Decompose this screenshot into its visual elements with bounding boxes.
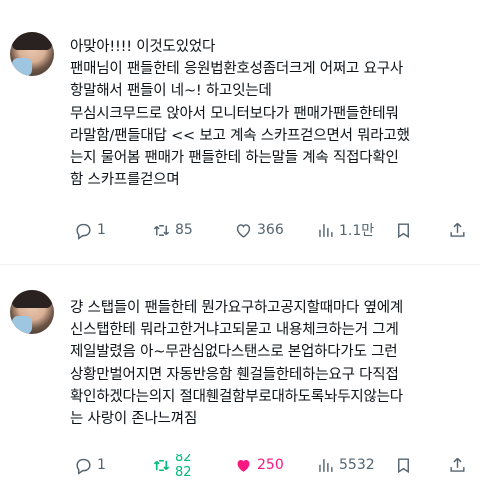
bookmark-button[interactable] — [394, 454, 417, 476]
share-icon — [450, 222, 465, 237]
tweet-text-line: 상황만벌어지면 자동반응함 휀걸들한테하는요구 다직접 — [70, 366, 399, 383]
views-button[interactable]: 5532 — [316, 454, 375, 476]
heart-icon — [236, 223, 251, 238]
tweet-text-line: 는지 물어봄 팬매가 팬들한테 하는말들 계속 직접다확인 — [70, 149, 399, 166]
retweet-count: 85 — [175, 222, 193, 238]
tweet-text-line: 팬매님이 팬들한테 응원법환호성좀더크게 어쩌고 요구사 — [70, 61, 403, 78]
heart-filled-icon — [237, 459, 250, 472]
avatar[interactable] — [10, 32, 54, 76]
tweet-text-line: 무심시크무드로 앉아서 모니터보다가 팬매가팬들한테뭐 — [70, 105, 399, 122]
tweet[interactable]: 걍 스탭들이 팬들한테 뭔가요구하고공지할때마다 옆에계 신스탭한테 뭐라고한거… — [0, 268, 480, 489]
tweet[interactable]: 아맞아!!!! 이것도있었다 팬매님이 팬들한테 응원법환호성좀더크게 어쩌고 … — [0, 0, 480, 262]
tweet-text: 아맞아!!!! 이것도있었다 팬매님이 팬들한테 응원법환호성좀더크게 어쩌고 … — [70, 36, 472, 191]
retweet-button[interactable]: 82 82 — [152, 454, 199, 476]
retweet-icon — [153, 459, 170, 471]
reply-button[interactable]: 1 — [74, 219, 106, 241]
retweet-count-animating: 82 82 — [175, 454, 199, 476]
reply-icon — [76, 223, 91, 240]
tweet-text-line: 라말함/팬들대답 << 보고 계속 스카프걷으면서 뭐라고했 — [70, 127, 410, 144]
view-count: 1.1만 — [339, 223, 375, 239]
like-count: 366 — [257, 222, 284, 238]
share-button[interactable] — [448, 454, 471, 476]
reply-count: 1 — [97, 457, 106, 473]
tweet-text: 걍 스탭들이 팬들한테 뭔가요구하고공지할때마다 옆에계 신스탭한테 뭐라고한거… — [70, 297, 472, 430]
views-icon — [319, 458, 333, 472]
tweet-text-line: 아맞아!!!! 이것도있었다 — [70, 39, 216, 55]
views-button[interactable]: 1.1만 — [316, 219, 374, 241]
tweet-text-line: 제일발렸음 아~무관심없다스탠스로 본업하다가도 그런 — [70, 344, 398, 361]
retweet-count-new: 82 — [175, 465, 192, 476]
share-button[interactable] — [448, 219, 471, 241]
retweet-icon — [153, 224, 170, 236]
tweet-text-line: 는 사랑이 존나느껴짐 — [70, 410, 198, 427]
reply-button[interactable]: 1 — [74, 454, 106, 476]
tweet-text-line: 함 스카프를걷으며 — [70, 172, 180, 189]
divider — [0, 264, 480, 265]
bookmark-button[interactable] — [394, 219, 417, 241]
tweet-text-line: 항말해서 팬들이 네~! 하고잇는데 — [70, 83, 272, 100]
action-bar: 1 85 366 1.1만 — [70, 219, 470, 241]
like-button[interactable]: 366 — [234, 219, 284, 241]
like-count: 250 — [257, 457, 284, 473]
retweet-count-old: 82 — [175, 454, 192, 465]
bookmark-icon — [398, 457, 409, 473]
reply-icon — [76, 458, 91, 475]
views-icon — [319, 223, 333, 237]
share-icon — [450, 457, 465, 472]
retweet-button[interactable]: 85 — [152, 219, 193, 241]
action-bar: 1 82 82 250 5532 — [70, 454, 470, 476]
tweet-text-line: 신스탭한테 뭐라고한거냐고되묻고 내용체크하는거 그게 — [70, 322, 399, 339]
bookmark-icon — [398, 222, 409, 238]
view-count: 5532 — [339, 457, 375, 473]
tweet-text-line: 걍 스탭들이 팬들한테 뭔가요구하고공지할때마다 옆에계 — [70, 300, 403, 316]
reply-count: 1 — [97, 222, 106, 238]
like-button[interactable]: 250 — [234, 454, 284, 476]
avatar[interactable] — [10, 290, 54, 334]
tweet-text-line: 확인하겠다는의지 절대휀걸함부로대하도록놔두지않는다 — [70, 388, 403, 405]
